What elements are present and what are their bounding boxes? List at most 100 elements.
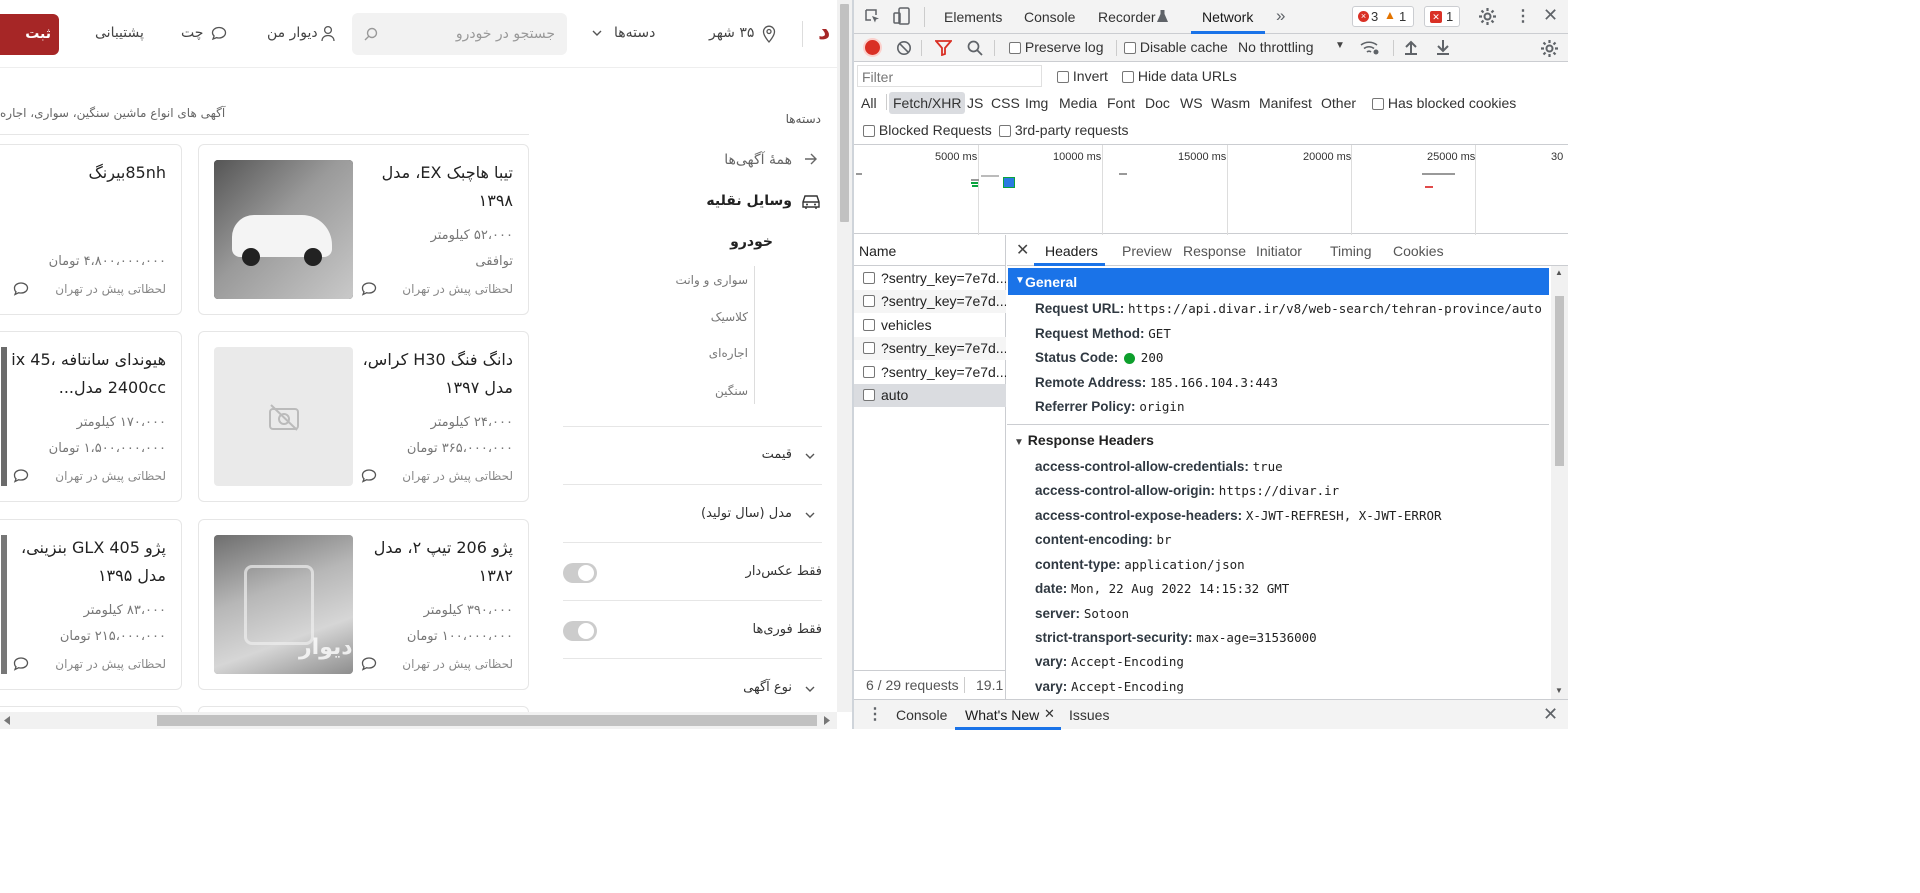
inspect-element-icon[interactable] [864,8,881,25]
chat-icon[interactable] [13,469,29,483]
subcat-sedan[interactable]: سواری و وانت [676,273,748,287]
network-conditions-icon[interactable] [1360,39,1380,56]
tab-headers[interactable]: Headers [1045,243,1098,259]
sidebar-all-ads[interactable]: همهٔ آگهی‌ها [724,152,792,168]
request-row[interactable]: vehicles [854,314,1006,337]
throttling-select[interactable]: No throttling [1238,39,1313,55]
tab-cookies[interactable]: Cookies [1393,243,1444,259]
issues-counter[interactable]: ✕ 1 [1424,6,1460,27]
scroll-left-icon[interactable] [3,716,11,725]
page-vertical-scrollbar[interactable] [837,0,852,712]
type-filter-all[interactable]: All [861,95,877,111]
ad-card[interactable]: پژو GLX 405 بنزینی، مدل ۱۳۹۵ ۸۳،۰۰۰ کیلو… [0,519,182,690]
tab-console[interactable]: Console [1024,9,1075,25]
scroll-down-icon[interactable]: ▼ [1555,686,1563,695]
filter-input[interactable]: Filter [857,65,1042,87]
clear-icon[interactable] [896,40,912,56]
type-filter-img[interactable]: Img [1025,95,1048,111]
drawer-tab-whats-new[interactable]: What's New [965,707,1039,723]
details-scrollbar[interactable]: ▲ ▼ [1551,266,1568,699]
chat-link[interactable]: چت [181,25,203,41]
network-settings-gear-icon[interactable] [1540,39,1559,58]
my-divar-link[interactable]: دیوار من [267,25,318,41]
type-filter-other[interactable]: Other [1321,95,1356,111]
type-filter-font[interactable]: Font [1107,95,1135,111]
response-headers-section-header[interactable]: ▼ Response Headers [1014,432,1154,448]
export-har-icon[interactable] [1436,39,1450,55]
filter-price[interactable]: قیمت [563,426,822,484]
scroll-thumb[interactable] [840,4,849,222]
network-overview-timeline[interactable]: 5000 ms 10000 ms 15000 ms 20000 ms 25000… [854,144,1568,235]
name-column-header[interactable]: Name [859,243,896,259]
close-drawer-icon[interactable]: ✕ [1543,704,1558,725]
drawer-menu-icon[interactable]: ⋮ [867,704,883,724]
third-party-requests-checkbox[interactable]: 3rd-party requests [999,122,1129,138]
ad-card[interactable]: دانگ فنگ H30 کراس، مدل ۱۳۹۷ ۲۴،۰۰۰ کیلوم… [198,331,529,502]
hide-data-urls-checkbox[interactable]: Hide data URLs [1122,68,1237,84]
import-har-icon[interactable] [1404,39,1418,55]
device-toolbar-icon[interactable] [893,7,911,26]
gear-icon[interactable] [1478,7,1497,26]
tab-network[interactable]: Network [1202,9,1253,25]
support-link[interactable]: پشتیبانی [95,25,144,41]
photo-only-toggle[interactable] [563,563,597,583]
chat-icon[interactable] [361,657,377,671]
scroll-right-icon[interactable] [823,716,831,725]
has-blocked-cookies-checkbox[interactable]: Has blocked cookies [1372,95,1516,111]
chat-icon[interactable] [361,469,377,483]
page-horizontal-scrollbar[interactable] [0,712,837,729]
scroll-up-icon[interactable]: ▲ [1555,268,1563,277]
urgent-only-toggle[interactable] [563,621,597,641]
type-filter-manifest[interactable]: Manifest [1259,95,1312,111]
general-section-header[interactable]: ▼ General [1008,268,1549,295]
request-row[interactable]: ?sentry_key=7e7d... [854,267,1006,290]
chat-icon[interactable] [361,282,377,296]
close-details-icon[interactable]: ✕ [1016,240,1029,260]
type-filter-js[interactable]: JS [967,95,983,111]
subcat-heavy[interactable]: سنگین [715,384,748,398]
type-filter-media[interactable]: Media [1059,95,1097,111]
tab-recorder[interactable]: Recorder [1098,9,1156,25]
invert-checkbox[interactable]: Invert [1057,68,1108,84]
error-warning-counter[interactable]: × 3 ▲ 1 [1352,6,1414,27]
tab-preview[interactable]: Preview [1122,243,1172,259]
search-input[interactable]: جستجو در خودرو [352,13,567,55]
type-filter-doc[interactable]: Doc [1145,95,1170,111]
sidebar-vehicles[interactable]: وسایل نقلیه [706,193,792,209]
ad-card[interactable]: هیوندای سانتافه ix 45، 2400cc مدل... ۱۷۰… [0,331,182,502]
subcat-rental[interactable]: اجاره‌ای [709,346,748,360]
tab-initiator[interactable]: Initiator [1256,243,1302,259]
search-icon[interactable] [967,40,983,56]
chat-icon[interactable] [13,657,29,671]
city-selector[interactable]: ۳۵ شهر [709,25,754,41]
categories-menu[interactable]: دسته‌ها [614,25,655,41]
ad-card[interactable]: دیوار پژو 206 تیپ ۲، مدل ۱۳۸۲ ۳۹۰،۰۰۰ کی… [198,519,529,690]
ad-card[interactable]: تیبا هاچبک EX، مدل ۱۳۹۸ ۵۲،۰۰۰ کیلومتر ت… [198,144,529,315]
drawer-tab-console[interactable]: Console [896,707,947,723]
preserve-log-checkbox[interactable]: Preserve log [1009,39,1103,55]
ad-card[interactable]: 85nhبیرنگ ۴،۸۰۰،۰۰۰،۰۰۰ تومان لحظاتی پیش… [0,144,182,315]
scroll-thumb[interactable] [157,715,817,726]
disable-cache-checkbox[interactable]: Disable cache [1124,39,1228,55]
chat-icon[interactable] [13,282,29,296]
close-whats-new-icon[interactable]: ✕ [1044,706,1055,722]
filter-ad-type[interactable]: نوع آگهی [563,658,822,712]
close-devtools-icon[interactable]: ✕ [1543,5,1558,26]
request-row[interactable]: ?sentry_key=7e7d... [854,337,1006,360]
scroll-thumb[interactable] [1555,296,1564,466]
more-options-icon[interactable]: ⋮ [1515,6,1531,26]
drawer-tab-issues[interactable]: Issues [1069,707,1109,723]
filter-icon[interactable] [935,40,952,56]
divar-logo[interactable]: د [818,17,830,45]
type-filter-css[interactable]: CSS [991,95,1020,111]
tab-timing[interactable]: Timing [1330,243,1372,259]
type-filter-fetch-xhr[interactable]: Fetch/XHR [889,92,966,114]
blocked-requests-checkbox[interactable]: Blocked Requests [863,122,992,138]
filter-model-year[interactable]: مدل (سال تولید) [563,484,822,542]
type-filter-ws[interactable]: WS [1180,95,1203,111]
request-row[interactable]: ?sentry_key=7e7d... [854,361,1006,384]
tab-elements[interactable]: Elements [944,9,1002,25]
subcat-classic[interactable]: کلاسیک [711,310,748,324]
more-tabs-icon[interactable]: » [1276,6,1285,26]
request-row-selected[interactable]: auto [854,384,1006,407]
